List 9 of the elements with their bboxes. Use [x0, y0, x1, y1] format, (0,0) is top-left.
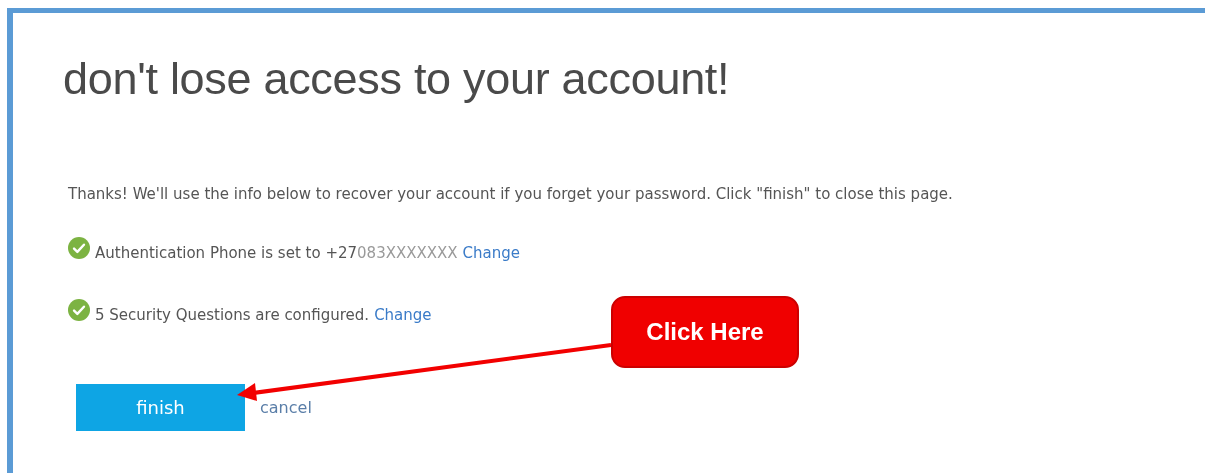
intro-text: Thanks! We'll use the info below to recover your account if you forget your password. Click "finish" to close this page. [68, 185, 954, 203]
change-link[interactable]: Change [462, 244, 521, 262]
finish-button[interactable]: finish [76, 384, 245, 431]
status-text: Authentication Phone is set to +27083XXXXXXX [95, 244, 458, 262]
status-text: 5 Security Questions are configured. [95, 306, 370, 324]
cancel-link[interactable]: cancel [260, 398, 312, 417]
page-heading: don't lose access to your account! [63, 53, 731, 105]
change-link[interactable]: Change [374, 306, 432, 324]
callout-label: Click Here [611, 296, 799, 368]
